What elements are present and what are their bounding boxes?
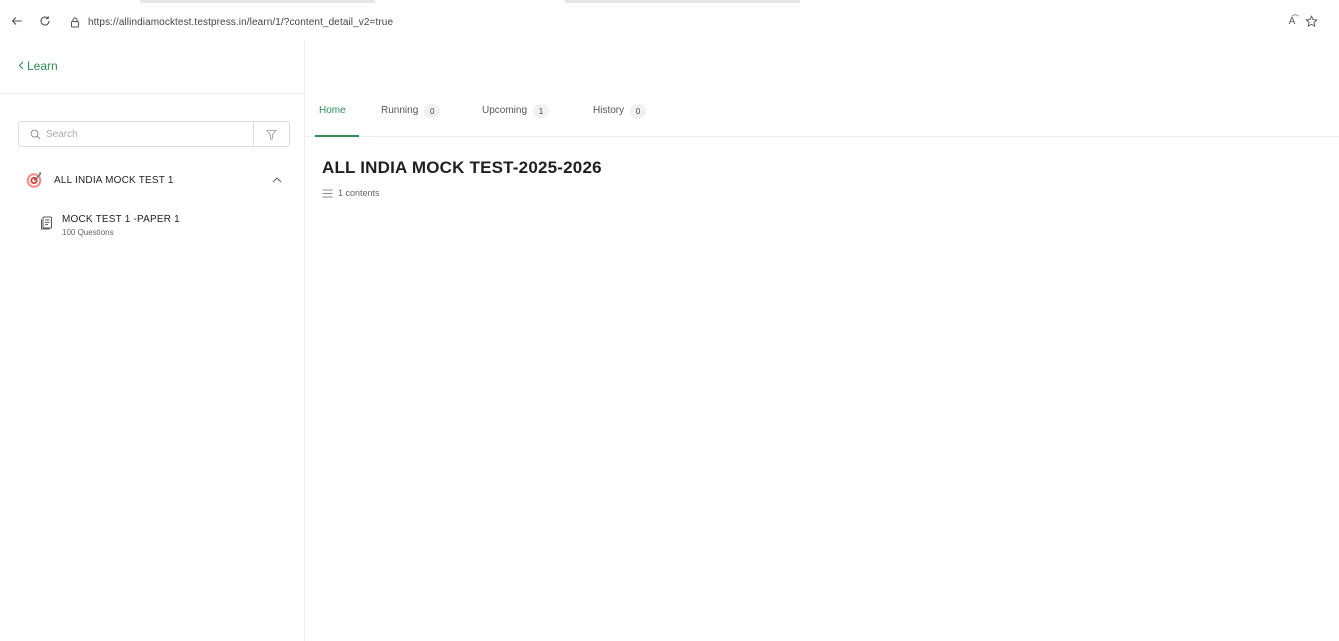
tab-label: History <box>593 105 625 116</box>
section-title: ALL INDIA MOCK TEST 1 <box>54 174 174 186</box>
test-document-icon <box>38 215 54 231</box>
count-badge: 0 <box>424 104 441 118</box>
sidebar-divider <box>0 93 305 94</box>
tabstrip <box>0 0 1339 6</box>
sidebar-section-all-india-mock-test-1[interactable]: ALL INDIA MOCK TEST 1 <box>24 168 294 192</box>
read-aloud-icon[interactable]: A͡ <box>1283 12 1301 30</box>
contents-count: 1 contents <box>322 188 380 198</box>
chevron-left-icon <box>18 59 24 73</box>
tab-strip-segment <box>565 0 800 3</box>
contents-label: 1 contents <box>338 188 380 198</box>
back-arrow-icon[interactable] <box>8 12 26 30</box>
back-link-label: Learn <box>27 59 58 73</box>
tab-history[interactable]: History 0 <box>593 104 647 137</box>
back-to-learn-link[interactable]: Learn <box>18 59 58 73</box>
browser-toolbar: https://allindiamocktest.testpress.in/le… <box>0 0 1339 40</box>
active-tab-indicator <box>315 135 359 137</box>
page-title: ALL INDIA MOCK TEST-2025-2026 <box>322 158 602 177</box>
tab-home[interactable]: Home <box>319 105 346 137</box>
list-item-text: MOCK TEST 1 -PAPER 1 100 Questions <box>62 214 180 237</box>
address-bar[interactable]: https://allindiamocktest.testpress.in/le… <box>62 12 1327 32</box>
favorite-star-icon[interactable] <box>1302 12 1320 30</box>
tab-strip-segment <box>140 0 375 3</box>
tab-label: Running <box>381 105 419 116</box>
count-badge: 0 <box>630 104 647 118</box>
list-item-subtitle: 100 Questions <box>62 228 114 237</box>
tab-running[interactable]: Running 0 <box>381 104 441 137</box>
list-icon <box>322 188 334 198</box>
search-box <box>18 121 290 147</box>
chevron-up-icon[interactable] <box>270 173 284 187</box>
tab-label: Upcoming <box>482 105 528 116</box>
reload-icon[interactable] <box>36 12 54 30</box>
count-badge: 1 <box>533 104 550 118</box>
read-aloud-label: A͡ <box>1288 15 1296 27</box>
list-item[interactable]: MOCK TEST 1 -PAPER 1 100 Questions <box>38 214 288 250</box>
filter-icon <box>266 129 277 140</box>
search-icon <box>24 122 46 146</box>
tab-bar: Home Running 0 Upcoming 1 History 0 <box>305 93 1339 137</box>
search-input[interactable] <box>46 123 253 145</box>
lock-icon <box>68 15 82 29</box>
filter-button[interactable] <box>253 122 289 146</box>
url-text: https://allindiamocktest.testpress.in/le… <box>88 16 394 28</box>
tab-label: Home <box>319 105 346 116</box>
list-item-title: MOCK TEST 1 -PAPER 1 <box>62 214 180 225</box>
tab-upcoming[interactable]: Upcoming 1 <box>482 104 550 137</box>
target-icon <box>24 170 44 190</box>
